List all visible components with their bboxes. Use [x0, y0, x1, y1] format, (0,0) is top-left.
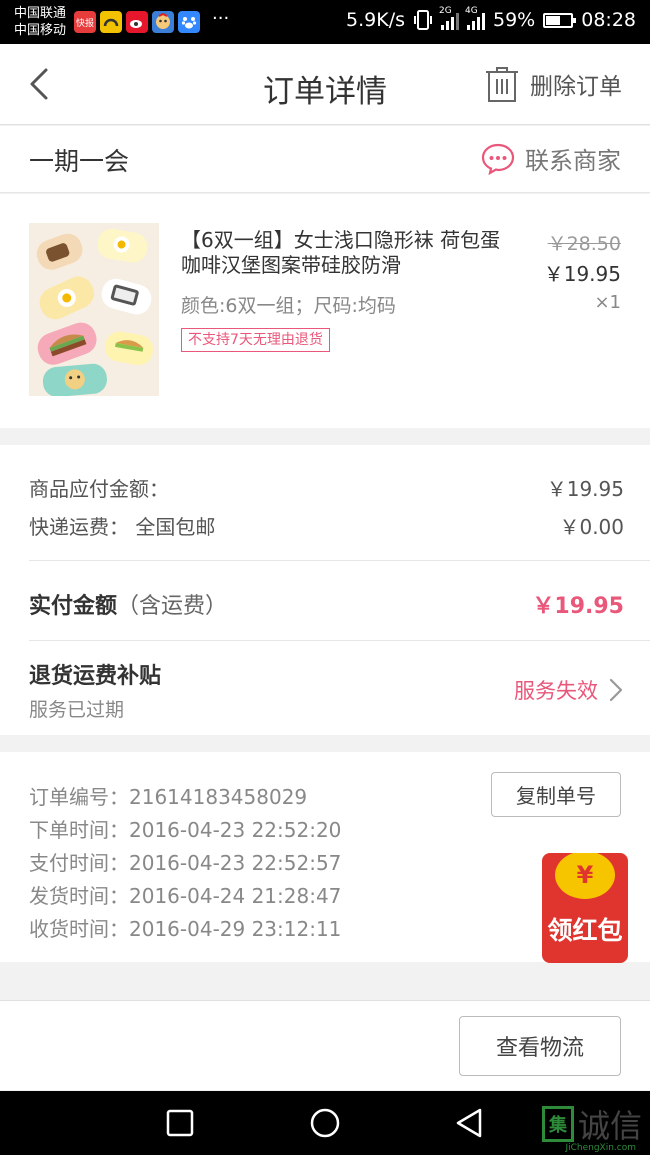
baidu-icon: [178, 11, 200, 33]
watermark-text: 诚信: [577, 1107, 642, 1145]
back-nav-button[interactable]: [452, 1105, 488, 1141]
vibrate-icon: [414, 10, 432, 30]
shipping-time: 发货时间：2016-04-24 21:28:47: [29, 884, 342, 908]
product-item[interactable]: 【6双一组】女士浅口隐形袜 荷包蛋咖啡汉堡图案带硅胶防滑 颜色:6双一组；尺码:…: [0, 194, 650, 428]
bottom-action-bar: 查看物流: [0, 1000, 650, 1090]
divider: [29, 640, 650, 641]
delete-order-button[interactable]: 删除订单: [484, 65, 622, 103]
signal-2g-icon: 2G: [439, 6, 459, 30]
notification-icons: 快报: [74, 11, 200, 33]
product-quantity: ×1: [594, 292, 621, 313]
goods-amount-value: ￥19.95: [546, 477, 624, 501]
red-packet-label: 领红包: [547, 916, 623, 945]
game-icon: [152, 11, 174, 33]
chat-bubble-icon: [481, 143, 515, 175]
red-packet-button[interactable]: ¥ 领红包: [542, 853, 628, 963]
view-logistics-button[interactable]: 查看物流: [459, 1016, 621, 1076]
trash-icon: [486, 67, 518, 102]
carrier-1: 中国联通: [14, 6, 67, 21]
return-subsidy-status[interactable]: 服务失效: [514, 675, 624, 705]
product-name[interactable]: 【6双一组】女士浅口隐形袜 荷包蛋咖啡汉堡图案带硅胶防滑: [181, 228, 501, 278]
watermark-logo: 集 诚信: [541, 1101, 642, 1147]
weibo-icon: [126, 11, 148, 33]
battery-percent: 59%: [493, 9, 536, 31]
network-speed: 5.9K/s: [346, 9, 405, 31]
carrier-info: 中国联通 中国移动: [14, 5, 66, 39]
signal-4g-icon: 4G: [465, 6, 485, 30]
original-price: ￥28.50: [547, 233, 621, 255]
product-attributes: 颜色:6双一组；尺码:均码: [181, 295, 396, 317]
home-button[interactable]: [307, 1105, 343, 1141]
shipping-value: ￥0.00: [559, 515, 624, 539]
goods-amount-label: 商品应付金额：: [29, 477, 169, 501]
shop-name: 一期一会: [29, 147, 130, 176]
clock: 08:28: [581, 9, 636, 31]
paid-amount-label: 实付金额（含运费）: [29, 594, 228, 619]
watermark-url: JiChengXin.com: [565, 1143, 636, 1153]
return-subsidy-desc: 服务已过期: [29, 699, 125, 721]
return-subsidy-title: 退货运费补贴: [29, 664, 162, 689]
chevron-right-icon: [609, 678, 623, 702]
carrier-2: 中国移动: [14, 23, 67, 38]
contact-seller-label: 联系商家: [525, 147, 621, 175]
coin-icon: ¥: [555, 853, 615, 899]
amount-summary: 商品应付金额： ￥19.95 快递运费： 全国包邮 ￥0.00 实付金额（含运费…: [0, 445, 650, 735]
shipping-row: 快递运费： 全国包邮 ￥0.00: [29, 511, 624, 540]
battery-icon: [543, 12, 577, 28]
divider: [29, 560, 650, 561]
contact-seller-button[interactable]: 联系商家: [481, 141, 621, 176]
return-subsidy-status-label: 服务失效: [514, 679, 598, 703]
paid-amount-value: ￥19.95: [532, 594, 624, 619]
product-image[interactable]: [29, 223, 159, 396]
shipping-label: 快递运费： 全国包邮: [29, 515, 216, 539]
goods-amount-row: 商品应付金额： ￥19.95: [29, 473, 624, 502]
product-price: ￥19.95: [543, 262, 621, 286]
delete-order-label: 删除订单: [530, 74, 622, 100]
order-number: 订单编号：21614183458029: [29, 785, 308, 809]
copy-order-number-button[interactable]: 复制单号: [491, 772, 621, 817]
shop-row: 一期一会 联系商家: [0, 126, 650, 193]
more-notifications-icon: ···: [212, 8, 230, 29]
payment-time: 支付时间：2016-04-23 22:52:57: [29, 851, 342, 875]
kuaibao-icon: 快报: [74, 11, 96, 33]
watermark-box: 集: [541, 1106, 574, 1142]
app-header: 订单详情 删除订单: [0, 44, 650, 125]
receive-time: 收货时间：2016-04-29 23:12:11: [29, 917, 342, 941]
app-yellow-icon: [100, 11, 122, 33]
return-policy-tag: 不支持7天无理由退货: [181, 328, 330, 352]
recents-button[interactable]: [162, 1105, 198, 1141]
order-info: 订单编号：21614183458029 下单时间：2016-04-23 22:5…: [0, 752, 650, 963]
status-bar: 中国联通 中国移动 快报 ··· 5.9K/s 2G 4G 59% 08:28: [0, 0, 650, 44]
order-time: 下单时间：2016-04-23 22:52:20: [29, 818, 342, 842]
system-nav-bar: 集 诚信 JiChengXin.com: [0, 1091, 650, 1155]
